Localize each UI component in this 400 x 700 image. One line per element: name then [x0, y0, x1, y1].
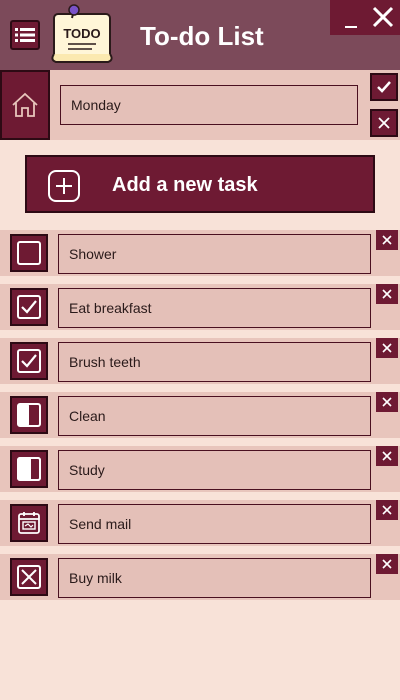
minimize-icon	[345, 26, 357, 28]
delete-task-button[interactable]	[376, 392, 398, 412]
task-checkbox-checked[interactable]	[10, 288, 48, 326]
task-row: Eat breakfast	[0, 284, 400, 330]
todo-logo-icon: TODO	[51, 4, 113, 63]
svg-text:TODO: TODO	[63, 26, 100, 41]
close-icon	[372, 6, 394, 28]
task-checkbox-checked[interactable]	[10, 342, 48, 380]
add-task-button[interactable]: Add a new task	[25, 155, 375, 213]
checkmark-icon	[377, 81, 391, 93]
task-checkbox-scheduled[interactable]	[10, 504, 48, 542]
close-icon	[378, 117, 390, 129]
task-label: Study	[69, 462, 105, 478]
task-label: Buy milk	[69, 570, 122, 586]
confirm-day-button[interactable]	[370, 73, 398, 101]
delete-task-button[interactable]	[376, 500, 398, 520]
close-icon	[382, 397, 392, 407]
half-filled-left-icon	[17, 403, 41, 427]
close-icon	[382, 505, 392, 515]
close-icon	[382, 559, 392, 569]
task-label: Brush teeth	[69, 354, 141, 370]
task-row: Send mail	[0, 500, 400, 546]
task-text-field[interactable]: Clean	[58, 396, 371, 436]
menu-button[interactable]	[10, 20, 40, 50]
plus-square-icon	[48, 170, 80, 202]
task-text-field[interactable]: Buy milk	[58, 558, 371, 598]
close-icon	[382, 289, 392, 299]
day-input[interactable]	[60, 85, 358, 125]
close-icon	[382, 343, 392, 353]
title-bar: TODO To-do List	[0, 0, 400, 70]
clear-day-button[interactable]	[370, 109, 398, 137]
list-menu-icon	[15, 28, 35, 42]
task-label: Eat breakfast	[69, 300, 152, 316]
task-text-field[interactable]: Send mail	[58, 504, 371, 544]
minimize-button[interactable]	[338, 4, 364, 30]
delete-task-button[interactable]	[376, 338, 398, 358]
checked-checkbox-icon	[17, 349, 41, 373]
add-task-label: Add a new task	[112, 174, 258, 196]
app-title: To-do List	[140, 21, 264, 51]
task-row: Buy milk	[0, 554, 400, 600]
close-icon	[382, 451, 392, 461]
task-row: Shower	[0, 230, 400, 276]
close-window-button[interactable]	[368, 2, 398, 32]
task-text-field[interactable]: Study	[58, 450, 371, 490]
task-checkbox-partial[interactable]	[10, 450, 48, 488]
x-checkbox-icon	[17, 565, 41, 589]
task-text-field[interactable]: Eat breakfast	[58, 288, 371, 328]
calendar-icon	[18, 512, 40, 534]
task-checkbox-crossed[interactable]	[10, 558, 48, 596]
empty-checkbox-icon	[17, 241, 41, 265]
task-label: Shower	[69, 246, 117, 262]
day-row	[0, 70, 400, 140]
task-text-field[interactable]: Shower	[58, 234, 371, 274]
close-icon	[382, 235, 392, 245]
delete-task-button[interactable]	[376, 230, 398, 250]
task-row: Brush teeth	[0, 338, 400, 384]
task-label: Send mail	[69, 516, 132, 532]
task-text-field[interactable]: Brush teeth	[58, 342, 371, 382]
task-checkbox-unchecked[interactable]	[10, 234, 48, 272]
task-checkbox-partial[interactable]	[10, 396, 48, 434]
task-row: Clean	[0, 392, 400, 438]
window-controls	[330, 0, 400, 35]
task-label: Clean	[69, 408, 106, 424]
delete-task-button[interactable]	[376, 284, 398, 304]
checked-checkbox-icon	[17, 295, 41, 319]
delete-task-button[interactable]	[376, 554, 398, 574]
half-filled-right-icon	[17, 457, 41, 481]
home-icon	[12, 92, 38, 117]
home-button[interactable]	[0, 70, 50, 140]
delete-task-button[interactable]	[376, 446, 398, 466]
task-row: Study	[0, 446, 400, 492]
